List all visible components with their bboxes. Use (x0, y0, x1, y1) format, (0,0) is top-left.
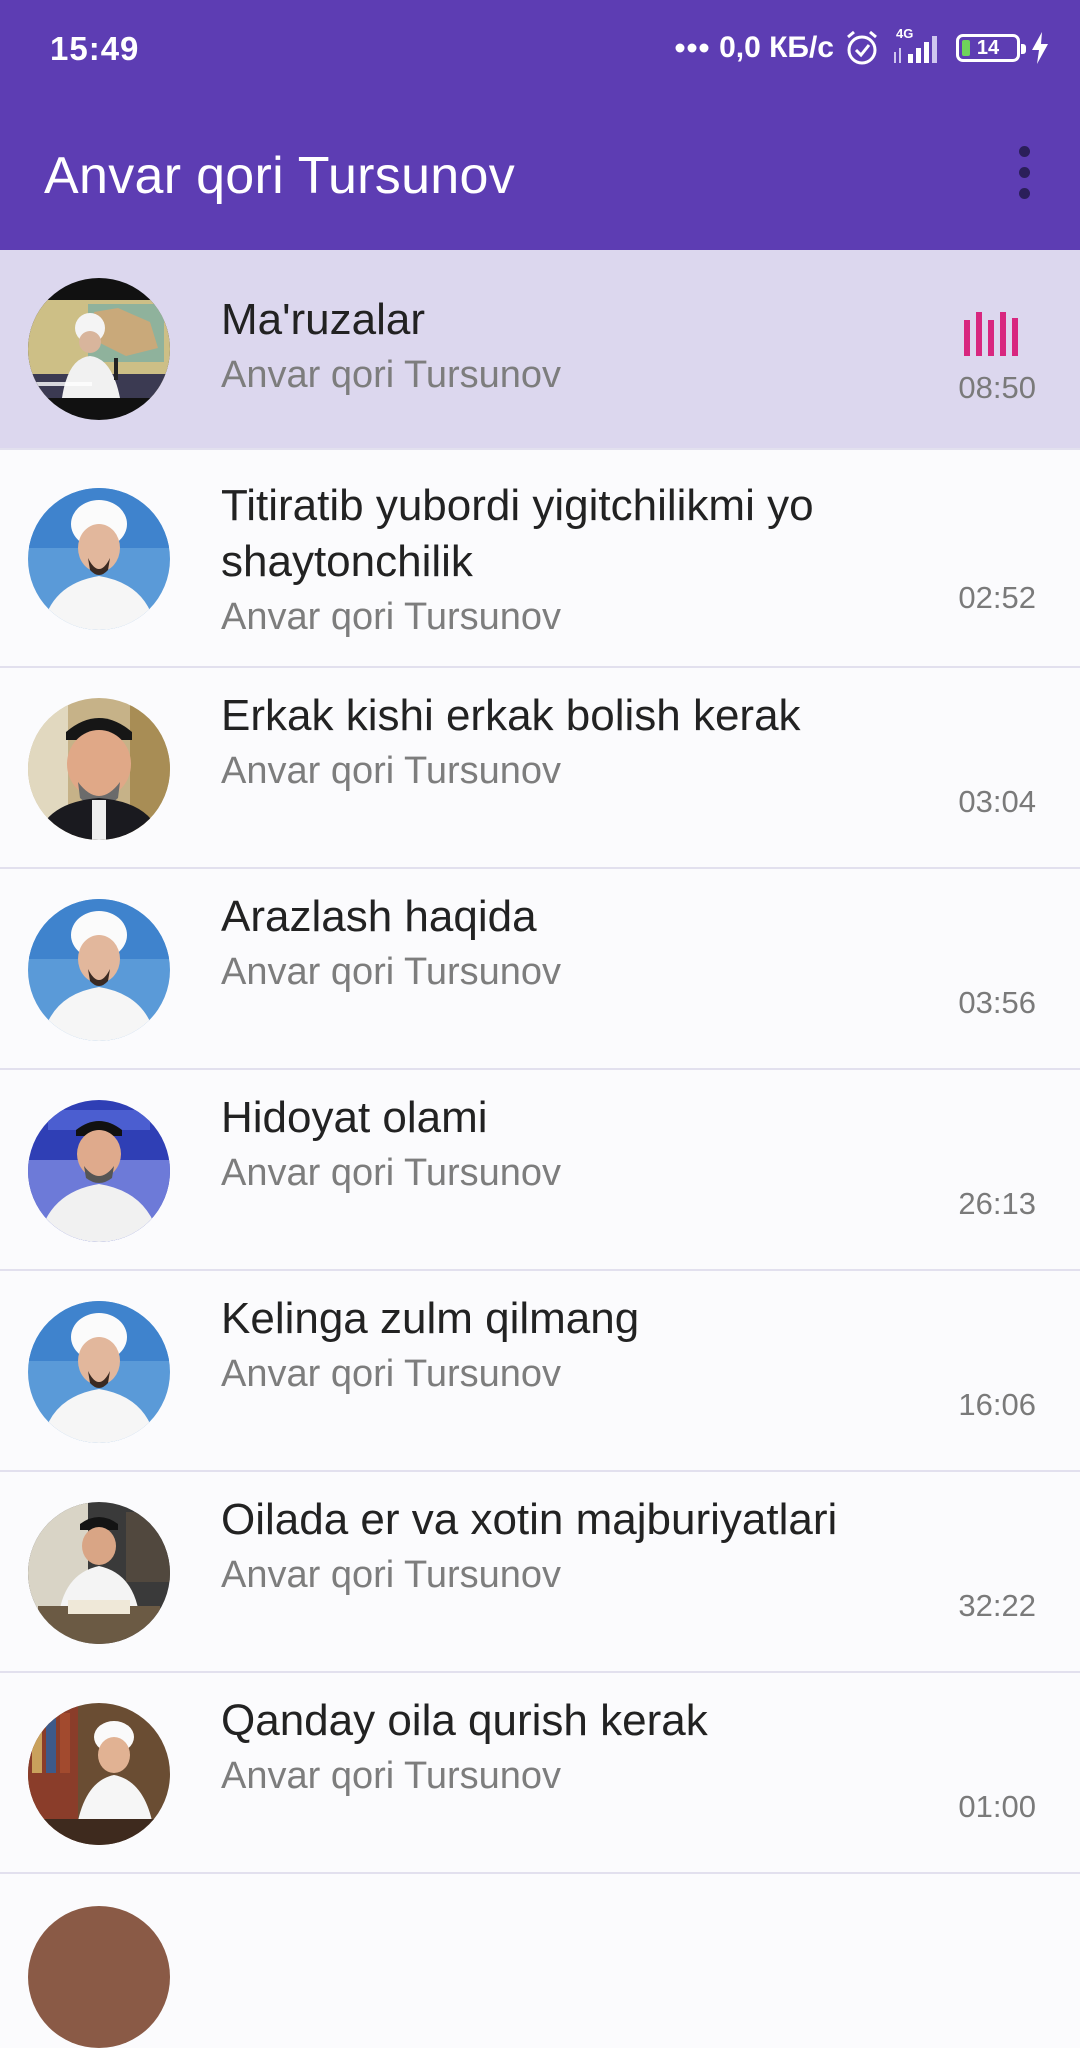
track-title: Erkak kishi erkak bolish kerak (221, 691, 801, 740)
avatar (28, 1703, 170, 1845)
list-item[interactable]: Arazlash haqida Anvar qori Tursunov 03:5… (0, 869, 1080, 1070)
track-artist: Anvar qori Tursunov (221, 750, 562, 792)
track-duration: 16:06 (958, 1387, 1036, 1422)
track-info: Ma'ruzalar Anvar qori Tursunov (221, 292, 900, 400)
track-duration: 08:50 (958, 370, 1036, 405)
signal-icon (894, 36, 937, 63)
track-artist: Anvar qori Tursunov (221, 1755, 562, 1797)
list-item[interactable]: Ma'ruzalar Anvar qori Tursunov 08:50 (0, 250, 1080, 450)
avatar (28, 1906, 170, 2048)
charging-icon (1032, 32, 1048, 64)
list-item[interactable]: Erkak kishi erkak bolish kerak Anvar qor… (0, 668, 1080, 869)
track-info: Oilada er va xotin majburiyatlari Anvar … (221, 1492, 900, 1600)
avatar (28, 1502, 170, 1644)
track-info: Titiratib yubordi yigitchilikmi yo shayt… (221, 478, 900, 642)
track-artist: Anvar qori Tursunov (221, 1554, 562, 1596)
track-artist: Anvar qori Tursunov (221, 951, 562, 993)
track-title: Hidoyat olami (221, 1093, 488, 1142)
track-duration: 03:56 (958, 985, 1036, 1020)
more-vert-icon[interactable] (994, 142, 1054, 202)
track-info: Hidoyat olami Anvar qori Tursunov (221, 1090, 900, 1198)
track-title: Qanday oila qurish kerak (221, 1696, 708, 1745)
avatar (28, 1301, 170, 1443)
battery-level: 14 (976, 36, 1000, 59)
dots-icon (675, 43, 709, 53)
avatar (28, 899, 170, 1041)
avatar (28, 488, 170, 630)
track-duration: 03:04 (958, 784, 1036, 819)
list-item[interactable]: Oilada er va xotin majburiyatlari Anvar … (0, 1472, 1080, 1673)
track-title: Arazlash haqida (221, 892, 537, 941)
avatar (28, 1100, 170, 1242)
signal-group: 4G (890, 26, 946, 66)
list-item[interactable]: Qanday oila qurish kerak Anvar qori Turs… (0, 1673, 1080, 1874)
track-artist: Anvar qori Tursunov (221, 1353, 562, 1395)
track-artist: Anvar qori Tursunov (221, 596, 562, 638)
track-info: Erkak kishi erkak bolish kerak Anvar qor… (221, 688, 900, 796)
track-duration: 02:52 (958, 580, 1036, 615)
track-list: Ma'ruzalar Anvar qori Tursunov 08:50 Tit… (0, 250, 1080, 2048)
avatar (28, 278, 170, 420)
avatar (28, 698, 170, 840)
list-item[interactable]: Kelinga zulm qilmang Anvar qori Tursunov… (0, 1271, 1080, 1472)
track-artist: Anvar qori Tursunov (221, 1152, 562, 1194)
track-title: Kelinga zulm qilmang (221, 1294, 640, 1343)
battery-icon: 14 (956, 34, 1026, 62)
track-title: Oilada er va xotin majburiyatlari (221, 1495, 838, 1544)
track-duration: 32:22 (958, 1588, 1036, 1623)
track-artist: Anvar qori Tursunov (221, 354, 562, 396)
track-title: Titiratib yubordi yigitchilikmi yo shayt… (221, 481, 814, 586)
track-info: Qanday oila qurish kerak Anvar qori Turs… (221, 1693, 900, 1801)
alarm-icon (847, 30, 877, 65)
track-duration: 26:13 (958, 1186, 1036, 1221)
list-item[interactable] (0, 1874, 1080, 2048)
track-info: Arazlash haqida Anvar qori Tursunov (221, 889, 900, 997)
status-bar: 15:49 0,0 КБ/с 4G 14 (0, 0, 1080, 96)
network-speed: 0,0 КБ/с (719, 31, 834, 64)
equalizer-icon (964, 312, 1020, 356)
list-item[interactable]: Titiratib yubordi yigitchilikmi yo shayt… (0, 450, 1080, 668)
status-indicators: 0,0 КБ/с 4G 14 (675, 26, 1050, 70)
track-duration: 01:00 (958, 1789, 1036, 1824)
track-info: Kelinga zulm qilmang Anvar qori Tursunov (221, 1291, 900, 1399)
track-title: Ma'ruzalar (221, 295, 426, 344)
status-time: 15:49 (50, 30, 140, 67)
list-item[interactable]: Hidoyat olami Anvar qori Tursunov 26:13 (0, 1070, 1080, 1271)
app-bar: Anvar qori Tursunov (0, 96, 1080, 250)
page-title: Anvar qori Tursunov (44, 147, 516, 205)
